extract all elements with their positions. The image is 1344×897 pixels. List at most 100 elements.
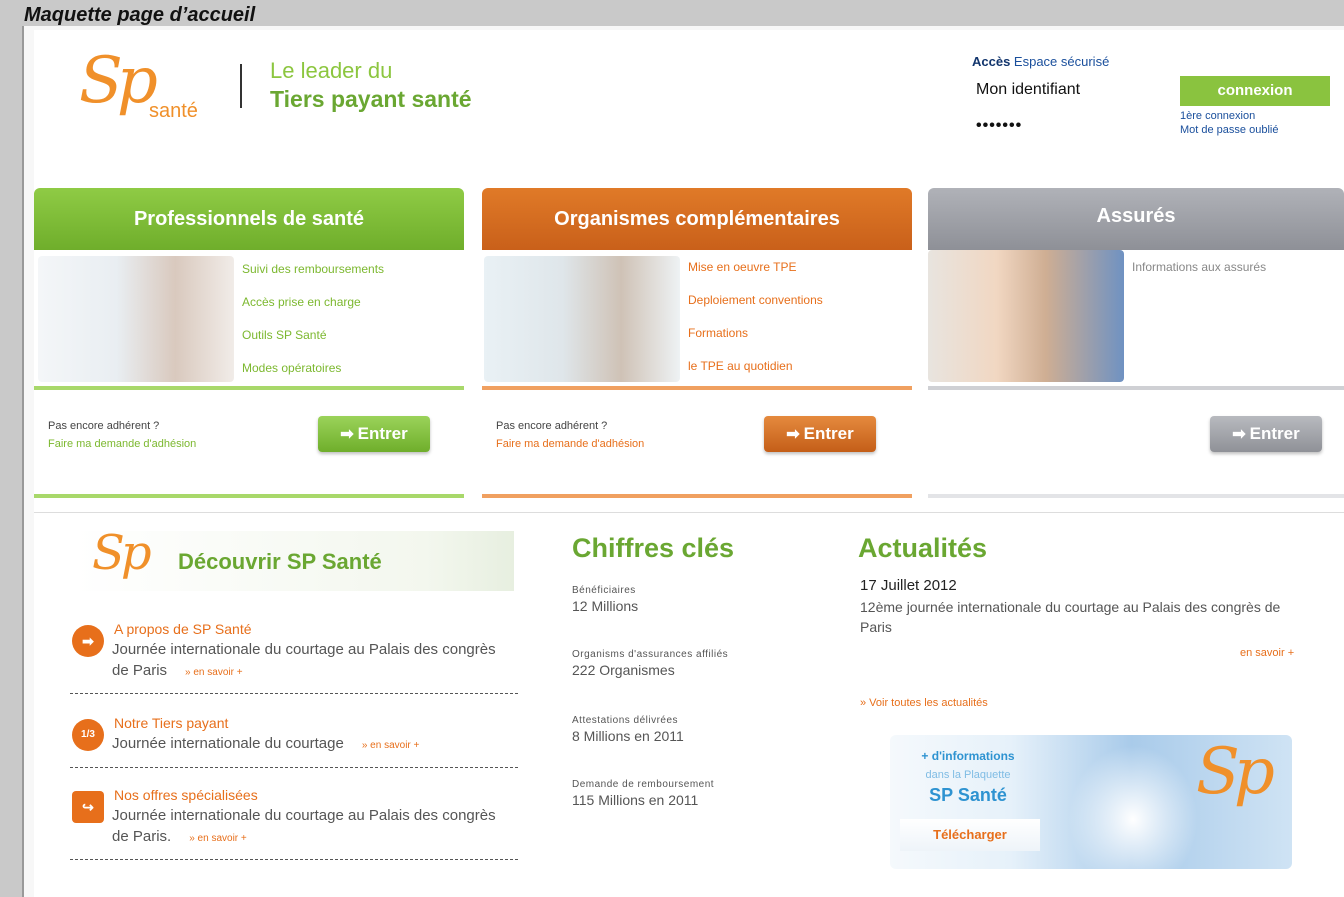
news-title: Actualités <box>858 533 988 563</box>
professionals-footer: Pas encore adhérent ? Faire ma demande d… <box>34 392 464 492</box>
tagline-divider <box>240 64 242 108</box>
organisms-enter-button[interactable]: ➡ Entrer <box>764 416 876 452</box>
home-page: Sp santé Le leader du Tiers payant santé… <box>34 30 1344 897</box>
banner-brochure-text: dans la Plaquette <box>925 769 1011 781</box>
connexion-button[interactable]: connexion <box>1180 76 1330 106</box>
login-title: Accès Espace sécurisé <box>972 54 1109 69</box>
insured-header[interactable]: Assurés <box>928 188 1344 250</box>
professionals-panel: Professionnels de santé Suivi des rembou… <box>34 188 464 498</box>
lower-section: Sp Découvrir SP Santé ➡ A propos de SP S… <box>34 512 1344 897</box>
news-text: 12ème journée internationale du courtage… <box>860 599 1281 635</box>
page-caption: Maquette page d’accueil <box>24 4 256 26</box>
feature-title[interactable]: Nos offres spécialisées <box>114 787 258 803</box>
discover-banner[interactable]: Sp Découvrir SP Santé <box>74 525 514 591</box>
insured-links: Informations aux assurés <box>1132 260 1266 293</box>
first-connection-link[interactable]: 1ère connexion <box>1180 110 1255 122</box>
banner-more-info: + d'informations <box>921 749 1015 763</box>
key-figure-value: 8 Millions en 2011 <box>572 728 684 744</box>
discover-title: Découvrir SP Santé <box>178 549 382 574</box>
key-figure-item: Bénéficiaires 12 Millions <box>572 585 638 614</box>
organisms-body: Mise en oeuvre TPE Deploiement conventio… <box>482 250 912 390</box>
feature-about[interactable]: ➡ A propos de SP Santé Journée internati… <box>72 621 522 681</box>
download-button[interactable]: Télécharger <box>900 819 1040 851</box>
insured-panel: Assurés Informations aux assurés ➡ Entrer <box>928 188 1344 498</box>
key-figures-title: Chiffres clés <box>572 533 735 563</box>
discover-logo: Sp <box>92 525 152 581</box>
tagline-line-2: Tiers payant santé <box>270 86 472 112</box>
link-suivi-remboursements[interactable]: Suivi des remboursements <box>242 262 384 295</box>
feature-offers[interactable]: ↪ Nos offres spécialisées Journée intern… <box>72 787 522 849</box>
arrow-right-icon: ➡ <box>1232 426 1246 443</box>
key-figure-item: Organisms d'assurances affiliés 222 Orga… <box>572 649 728 678</box>
family-running-image <box>1068 745 1198 869</box>
read-more-link[interactable]: » en savoir + <box>362 740 420 751</box>
professional-photo <box>38 256 234 382</box>
login-panel: Accès Espace sécurisé connexion 1ère con… <box>970 50 1340 170</box>
password-input[interactable] <box>970 114 1170 138</box>
key-figure-label: Organisms d'assurances affiliés <box>572 649 729 660</box>
arrow-right-icon: ➡ <box>786 426 800 443</box>
feature-description: Journée internationale du courtage au Pa… <box>112 805 512 849</box>
link-mise-en-oeuvre-tpe[interactable]: Mise en oeuvre TPE <box>688 260 823 293</box>
link-outils-sp-sante[interactable]: Outils SP Santé <box>242 328 384 361</box>
arrow-right-icon: ➡ <box>340 426 354 443</box>
banner-sp-sante: SP Santé <box>929 785 1007 805</box>
feature-separator <box>70 859 518 860</box>
brochure-banner[interactable]: + d'informations dans la Plaquette SP Sa… <box>890 735 1292 869</box>
not-member-text: Pas encore adhérent ? <box>496 420 608 432</box>
professionals-body: Suivi des remboursements Accès prise en … <box>34 250 464 390</box>
organisms-header[interactable]: Organismes complémentaires <box>482 188 912 250</box>
identifier-input[interactable] <box>970 78 1170 102</box>
organisms-links: Mise en oeuvre TPE Deploiement conventio… <box>688 260 823 392</box>
read-more-link[interactable]: » en savoir + <box>189 833 247 844</box>
link-acces-prise-en-charge[interactable]: Accès prise en charge <box>242 295 384 328</box>
feature-desc-text: Journée internationale du courtage au Pa… <box>112 641 496 679</box>
insured-divider <box>928 386 1344 390</box>
professionals-divider <box>34 386 464 390</box>
membership-request-link[interactable]: Faire ma demande d'adhésion <box>496 438 644 450</box>
arrow-right-icon: ➡ <box>72 625 104 657</box>
organisms-bottom-bar <box>482 494 912 498</box>
banner-logo: Sp <box>1196 735 1275 809</box>
insured-footer: ➡ Entrer <box>928 392 1344 492</box>
enter-label: Entrer <box>803 424 854 443</box>
feature-desc-text: Journée internationale du courtage au Pa… <box>112 807 496 845</box>
link-informations-assures[interactable]: Informations aux assurés <box>1132 260 1266 293</box>
feature-separator <box>70 693 518 694</box>
enter-label: Entrer <box>357 424 408 443</box>
feature-title[interactable]: A propos de SP Santé <box>114 621 252 637</box>
read-more-link[interactable]: » en savoir + <box>185 667 243 678</box>
feature-third-party[interactable]: 1/3 Notre Tiers payant Journée internati… <box>72 715 522 759</box>
logo-sp-text: Sp <box>79 44 158 118</box>
sp-sante-logo[interactable]: Sp santé <box>79 44 219 134</box>
professionals-enter-button[interactable]: ➡ Entrer <box>318 416 430 452</box>
family-photo <box>928 250 1124 382</box>
key-figure-label: Attestations délivrées <box>572 715 679 726</box>
organisms-footer: Pas encore adhérent ? Faire ma demande d… <box>482 392 912 492</box>
feature-desc-text: Journée internationale du courtage <box>112 735 344 752</box>
not-member-text: Pas encore adhérent ? <box>48 420 160 432</box>
key-figure-value: 222 Organismes <box>572 662 675 678</box>
feature-description: Journée internationale du courtage au Pa… <box>112 639 512 683</box>
all-news-link[interactable]: » Voir toutes les actualités <box>860 697 988 709</box>
link-formations[interactable]: Formations <box>688 326 823 359</box>
logo-sante-text: santé <box>149 100 198 122</box>
forgot-password-link[interactable]: Mot de passe oublié <box>1180 124 1278 136</box>
link-deploiement-conventions[interactable]: Deploiement conventions <box>688 293 823 326</box>
enter-label: Entrer <box>1249 424 1300 443</box>
key-figure-label: Bénéficiaires <box>572 585 636 596</box>
feature-description: Journée internationale du courtage » en s… <box>112 733 512 756</box>
organisms-panel: Organismes complémentaires Mise en oeuvr… <box>482 188 912 498</box>
speech-bubble-icon: 1/3 <box>72 719 104 751</box>
login-title-rest: Espace sécurisé <box>1010 54 1110 69</box>
key-figure-label: Demande de remboursement <box>572 779 715 790</box>
organisms-divider <box>482 386 912 390</box>
feature-title[interactable]: Notre Tiers payant <box>114 715 228 731</box>
insured-enter-button[interactable]: ➡ Entrer <box>1210 416 1322 452</box>
insured-body: Informations aux assurés <box>928 250 1344 390</box>
call-center-photo <box>484 256 680 382</box>
membership-request-link[interactable]: Faire ma demande d'adhésion <box>48 438 196 450</box>
news-read-more-link[interactable]: en savoir + <box>1240 647 1294 659</box>
professionals-header[interactable]: Professionnels de santé <box>34 188 464 250</box>
insured-bottom-bar <box>928 494 1344 498</box>
